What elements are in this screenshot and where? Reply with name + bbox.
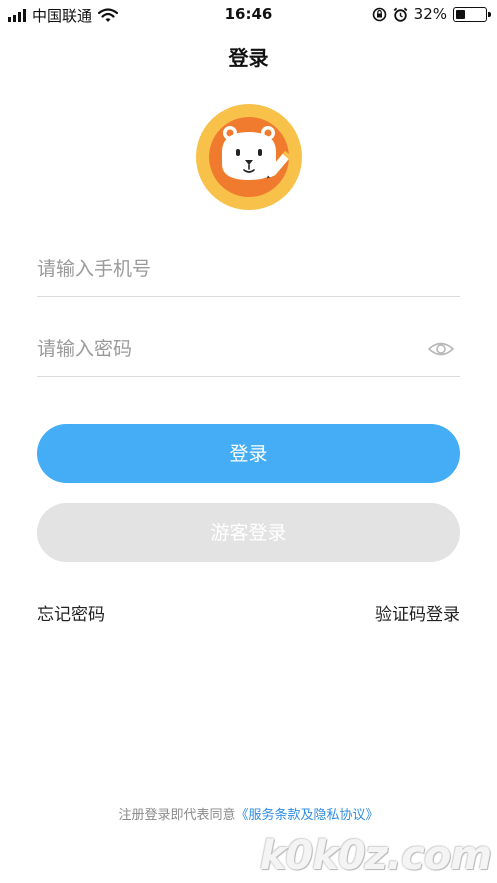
status-bar: 中国联通 16:46 32%	[0, 0, 497, 28]
battery-icon	[453, 6, 491, 22]
eye-icon[interactable]	[428, 339, 454, 359]
battery-percent: 32%	[413, 5, 447, 23]
phone-field	[37, 244, 460, 297]
sms-login-link[interactable]: 验证码登录	[375, 600, 460, 625]
phone-input[interactable]	[37, 244, 417, 294]
status-bar-right: 32%	[372, 5, 491, 23]
agreement-footer: 注册登录即代表同意《服务条款及隐私协议》	[0, 804, 497, 823]
battery-fill	[456, 9, 465, 19]
terms-link[interactable]: 《服务条款及隐私协议》	[236, 808, 379, 823]
orientation-lock-icon	[372, 7, 386, 21]
login-button[interactable]: 登录	[37, 424, 460, 483]
page-title: 登录	[228, 46, 269, 70]
lion-pencil-logo	[196, 104, 302, 210]
password-field	[37, 324, 460, 377]
alarm-icon	[393, 7, 408, 22]
agreement-prefix: 注册登录即代表同意	[118, 808, 236, 823]
forgot-password-link[interactable]: 忘记密码	[37, 600, 105, 625]
watermark-logo: k0k0z.com	[259, 833, 492, 879]
password-input[interactable]	[37, 324, 417, 374]
guest-login-button[interactable]: 游客登录	[37, 503, 460, 562]
